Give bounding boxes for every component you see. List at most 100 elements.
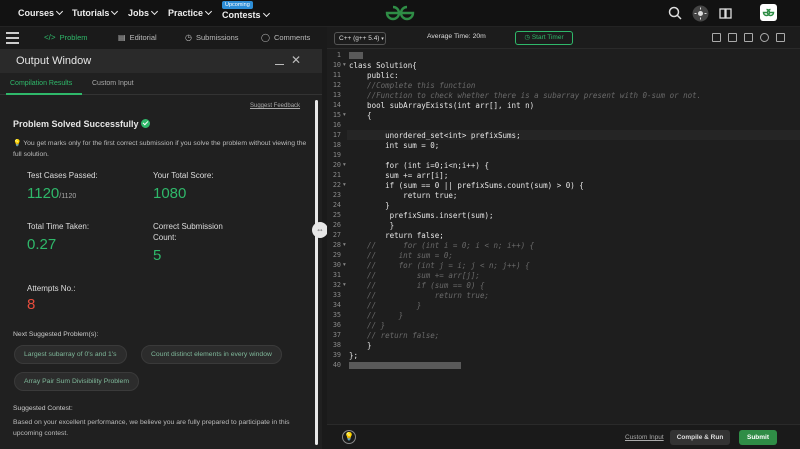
lightbulb-icon[interactable]: 💡 [342, 430, 356, 444]
expand-icon[interactable] [776, 33, 785, 42]
code-line: for (int i=0;i<n;i++) { [349, 161, 489, 170]
nav-jobs[interactable]: Jobs [128, 7, 159, 18]
code-editor[interactable]: 1 10 11 12 13 14 15 16 17 18 19 20 21 22 23 24 25 26 27 28 2… [327, 49, 800, 424]
reset-icon[interactable] [760, 33, 769, 42]
close-icon[interactable]: ✕ [291, 53, 301, 67]
code-line: bool subArrayExists(int arr[], int n) [349, 101, 535, 110]
suggest-feedback-link[interactable]: Suggest Feedback [250, 103, 300, 109]
line-number: 35 [332, 311, 341, 319]
line-number: 13 [332, 91, 341, 99]
notes-icon[interactable] [717, 5, 734, 22]
count-value: 5 [153, 247, 162, 264]
bookmark-icon[interactable] [744, 33, 753, 42]
nav-practice-label: Practice [168, 8, 204, 18]
avatar[interactable] [760, 4, 777, 21]
fold-toggle-icon[interactable]: ▾ [343, 62, 346, 68]
timer-icon: ◷ [524, 34, 531, 41]
tab-problem-label: Problem [59, 33, 88, 42]
code-line: prefixSums.insert(sum); [349, 211, 494, 220]
suggested-problem-chip[interactable]: Largest subarray of 0's and 1's [14, 345, 127, 364]
marks-note-text: You get marks only for the first correct… [13, 140, 307, 158]
suggested-problem-chip[interactable]: Array Pair Sum Divisibility Problem [14, 372, 139, 391]
line-number: 37 [332, 331, 341, 339]
check-circle-icon [140, 119, 150, 129]
line-number: 34 [332, 301, 341, 309]
caret-down-icon: ▾ [381, 36, 384, 42]
tab-submissions-label: Submissions [195, 33, 239, 42]
start-timer-label: Start Timer [531, 34, 564, 41]
language-select[interactable]: C++ (g++ 5.4) ▾ [334, 32, 386, 45]
resize-handle-icon[interactable]: ⇔ [312, 222, 328, 238]
line-number: 29 [332, 251, 341, 259]
fold-toggle-icon[interactable]: ▾ [343, 242, 346, 248]
code-line: return false; [349, 231, 444, 240]
minimize-icon[interactable] [275, 56, 284, 65]
search-icon[interactable] [667, 5, 684, 22]
code-icon: </> [44, 33, 56, 42]
code-line: class Solution{ [349, 61, 417, 70]
tab-compilation-results[interactable]: Compilation Results [10, 80, 72, 87]
line-number: 39 [332, 351, 341, 359]
line-number: 40 [332, 361, 341, 369]
code-line: // sum += arr[j]; [349, 271, 480, 280]
theme-toggle-icon[interactable] [692, 5, 709, 22]
settings-icon[interactable] [728, 33, 737, 42]
nav-contests[interactable]: Contests [222, 9, 270, 20]
code-line: sum += arr[i]; [349, 171, 449, 180]
line-number: 28 [332, 241, 341, 249]
code-line: unordered_set<int> prefixSums; [349, 131, 521, 140]
fold-toggle-icon[interactable]: ▾ [343, 112, 346, 118]
line-number: 26 [332, 221, 341, 229]
nav-practice[interactable]: Practice [168, 7, 213, 18]
line-number: 32 [332, 281, 341, 289]
code-line: // if (sum == 0) { [349, 281, 485, 290]
tab-comments[interactable]: ◯ Comments [261, 33, 310, 42]
suggested-contest-label: Suggested Contest: [13, 405, 73, 412]
submit-button[interactable]: Submit [739, 430, 777, 445]
code-line: //Complete this function [349, 81, 476, 90]
fold-toggle-icon[interactable]: ▾ [343, 182, 346, 188]
fullscreen-icon[interactable] [712, 33, 721, 42]
output-scrollbar[interactable] [315, 100, 318, 445]
chevron-down-icon [111, 7, 119, 16]
nav-courses[interactable]: Courses [18, 7, 64, 18]
chevron-down-icon [150, 7, 159, 16]
output-tabs: Compilation Results Custom Input [0, 73, 322, 95]
document-icon: ▤ [118, 33, 126, 42]
line-number: 1 [336, 51, 341, 59]
nav-courses-label: Courses [18, 8, 55, 18]
chevron-down-icon [204, 7, 213, 16]
count-label-line-1: Correct Submission [153, 222, 223, 231]
nav-jobs-label: Jobs [128, 8, 150, 18]
code-line: return true; [349, 191, 458, 200]
fold-toggle-icon[interactable]: ▾ [343, 282, 346, 288]
line-number: 20 [332, 161, 341, 169]
fold-toggle-icon[interactable]: ▾ [343, 262, 346, 268]
fold-toggle-icon[interactable]: ▾ [343, 162, 346, 168]
suggested-contest-text: Based on your excellent performance, we … [13, 419, 290, 437]
tab-custom-input[interactable]: Custom Input [92, 80, 134, 87]
line-number: 19 [332, 151, 341, 159]
nav-tutorials[interactable]: Tutorials [72, 7, 119, 18]
tab-submissions[interactable]: ◷ Submissions [185, 33, 239, 42]
folded-code-marker[interactable] [349, 52, 363, 59]
output-window-title: Output Window [16, 55, 92, 67]
tab-problem[interactable]: </> Problem [44, 33, 88, 42]
code-line: if (sum == 0 || prefixSums.count(sum) > … [349, 181, 584, 190]
gfg-logo-icon[interactable] [384, 4, 416, 22]
problem-tabs: </> Problem ▤ Editorial ◷ Submissions ◯ Comm… [0, 27, 322, 50]
custom-input-link[interactable]: Custom Input [625, 434, 664, 441]
code-line: // return false; [349, 331, 440, 340]
average-time: Average Time: 20m [427, 33, 486, 40]
menu-icon[interactable] [6, 32, 19, 44]
count-label: Correct Submission Count: [153, 221, 223, 243]
folded-code-marker[interactable] [349, 362, 461, 369]
line-number: 22 [332, 181, 341, 189]
compile-run-button[interactable]: Compile & Run [670, 430, 730, 445]
suggested-problem-chip[interactable]: Count distinct elements in every window [141, 345, 282, 364]
start-timer-button[interactable]: ◷ Start Timer [515, 31, 573, 45]
tab-editorial[interactable]: ▤ Editorial [118, 33, 157, 42]
score-value: 1080 [153, 185, 187, 202]
code-line: }; [349, 351, 359, 360]
line-number: 23 [332, 191, 341, 199]
